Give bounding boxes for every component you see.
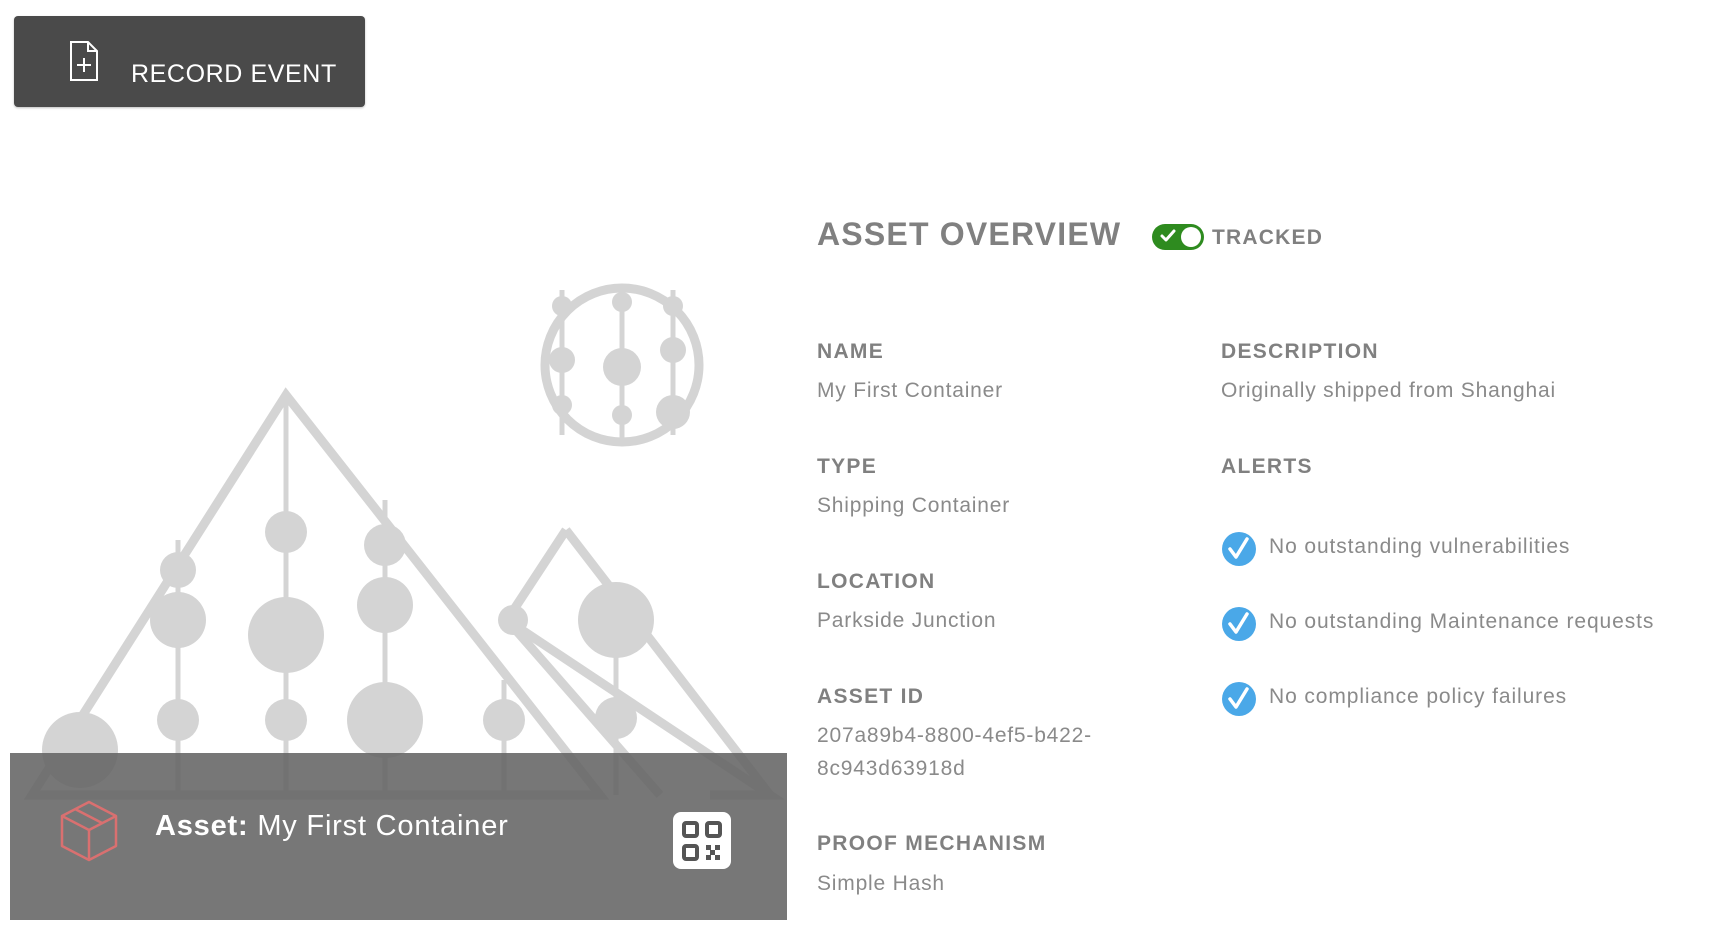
location-value: Parkside Junction: [817, 609, 997, 632]
check-circle-icon: [1222, 682, 1256, 716]
asset-title-name: My First Container: [257, 810, 509, 842]
asset-id-value-line2: 8c943d63918d: [817, 757, 966, 780]
qr-code-icon: [682, 821, 722, 861]
description-label: DESCRIPTION: [1221, 340, 1379, 363]
tracked-label: TRACKED: [1212, 226, 1324, 249]
name-label: NAME: [817, 340, 885, 363]
toggle-knob: [1181, 227, 1201, 247]
asset-title-prefix: Asset:: [155, 810, 249, 842]
cube-icon: [60, 800, 118, 862]
tracked-toggle[interactable]: [1152, 224, 1204, 250]
asset-title: Asset: My First Container: [155, 810, 509, 843]
check-circle-icon: [1222, 532, 1256, 566]
alert-text: No compliance policy failures: [1269, 685, 1568, 708]
record-event-label: RECORD EVENT: [131, 60, 337, 88]
location-label: LOCATION: [817, 570, 936, 593]
document-plus-icon: [70, 41, 98, 81]
asset-id-value-line1: 207a89b4-8800-4ef5-b422-: [817, 724, 1092, 747]
alert-text: No outstanding Maintenance requests: [1269, 610, 1655, 633]
name-value: My First Container: [817, 379, 1003, 402]
qr-code-button[interactable]: [673, 812, 731, 869]
type-label: TYPE: [817, 455, 878, 478]
alert-text: No outstanding vulnerabilities: [1269, 535, 1571, 558]
asset-id-label: ASSET ID: [817, 685, 925, 708]
asset-hero-card: Asset: My First Container: [10, 260, 787, 920]
proof-mechanism-value: Simple Hash: [817, 872, 945, 895]
proof-mechanism-label: PROOF MECHANISM: [817, 832, 1047, 855]
alerts-label: ALERTS: [1221, 455, 1313, 478]
type-value: Shipping Container: [817, 494, 1011, 517]
record-event-button[interactable]: RECORD EVENT: [14, 16, 365, 107]
check-circle-icon: [1222, 607, 1256, 641]
checkmark-icon: [1160, 229, 1176, 242]
overview-title: ASSET OVERVIEW: [817, 216, 1122, 252]
asset-banner: Asset: My First Container: [10, 753, 787, 920]
description-value: Originally shipped from Shanghai: [1221, 379, 1556, 402]
